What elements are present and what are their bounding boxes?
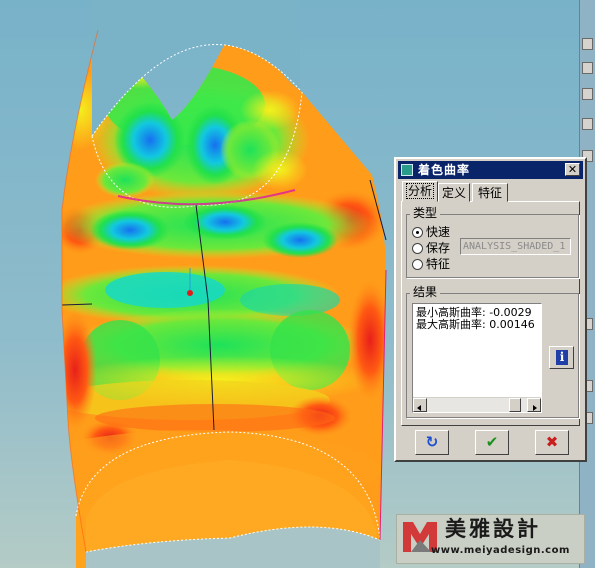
radio-save-label: 保存 [426, 241, 451, 255]
info-button[interactable]: i [549, 346, 574, 369]
toolbar-button[interactable] [582, 38, 593, 50]
dialog-titlebar[interactable]: 着色曲率 ✕ [398, 161, 583, 179]
toolbar-button[interactable] [582, 118, 593, 130]
chevron-left-icon [417, 405, 421, 411]
horizontal-scrollbar[interactable] [413, 397, 541, 412]
tab-feature[interactable]: 特征 [472, 183, 508, 202]
tab-define[interactable]: 定义 [438, 183, 470, 202]
radio-feature[interactable] [412, 259, 423, 270]
cancel-button[interactable]: ✖ [535, 430, 569, 455]
radio-quick-label: 快速 [426, 225, 451, 239]
watermark: 美雅設計 www.meiyadesign.com [396, 514, 585, 564]
result-group-title: 结果 [410, 285, 441, 299]
info-icon: i [556, 350, 568, 365]
ok-button[interactable]: ✔ [475, 430, 509, 455]
close-icon: ✕ [567, 163, 578, 176]
radio-save[interactable] [412, 243, 423, 254]
radio-quick[interactable] [412, 227, 423, 238]
tab-define-label: 定义 [441, 186, 466, 200]
tab-analysis-label: 分析 [405, 183, 435, 199]
repaint-button[interactable]: ↻ [415, 430, 449, 455]
tab-feature-label: 特征 [477, 186, 502, 200]
type-group-title: 类型 [410, 206, 441, 220]
shaded-curvature-dialog: 着色曲率 ✕ 分析 定义 特征 类型 快速 保存 特征 ANALYSIS_SHA… [394, 157, 587, 462]
close-button[interactable]: ✕ [565, 163, 580, 176]
analysis-name-field[interactable]: ANALYSIS_SHADED_1 [460, 238, 571, 255]
scroll-thumb[interactable] [509, 398, 521, 412]
dialog-icon [401, 164, 413, 176]
tab-analysis[interactable]: 分析 [402, 181, 438, 202]
max-gaussian-curvature: 最大高斯曲率: 0.00146 [416, 318, 535, 331]
toolbar-button[interactable] [582, 88, 593, 100]
toolbar-button[interactable] [582, 62, 593, 74]
scroll-right-button[interactable] [527, 398, 541, 412]
repaint-icon: ↻ [425, 433, 439, 451]
watermark-brand: 美雅設計 [445, 517, 541, 541]
cancel-icon: ✖ [545, 433, 559, 451]
results-textbox[interactable]: 最小高斯曲率: -0.0029 最大高斯曲率: 0.00146 [412, 303, 542, 413]
watermark-url: www.meiyadesign.com [431, 545, 570, 556]
chevron-right-icon [533, 405, 537, 411]
dialog-title: 着色曲率 [418, 163, 471, 177]
ok-icon: ✔ [485, 433, 499, 451]
scroll-left-button[interactable] [413, 398, 427, 412]
radio-feature-label: 特征 [426, 257, 451, 271]
